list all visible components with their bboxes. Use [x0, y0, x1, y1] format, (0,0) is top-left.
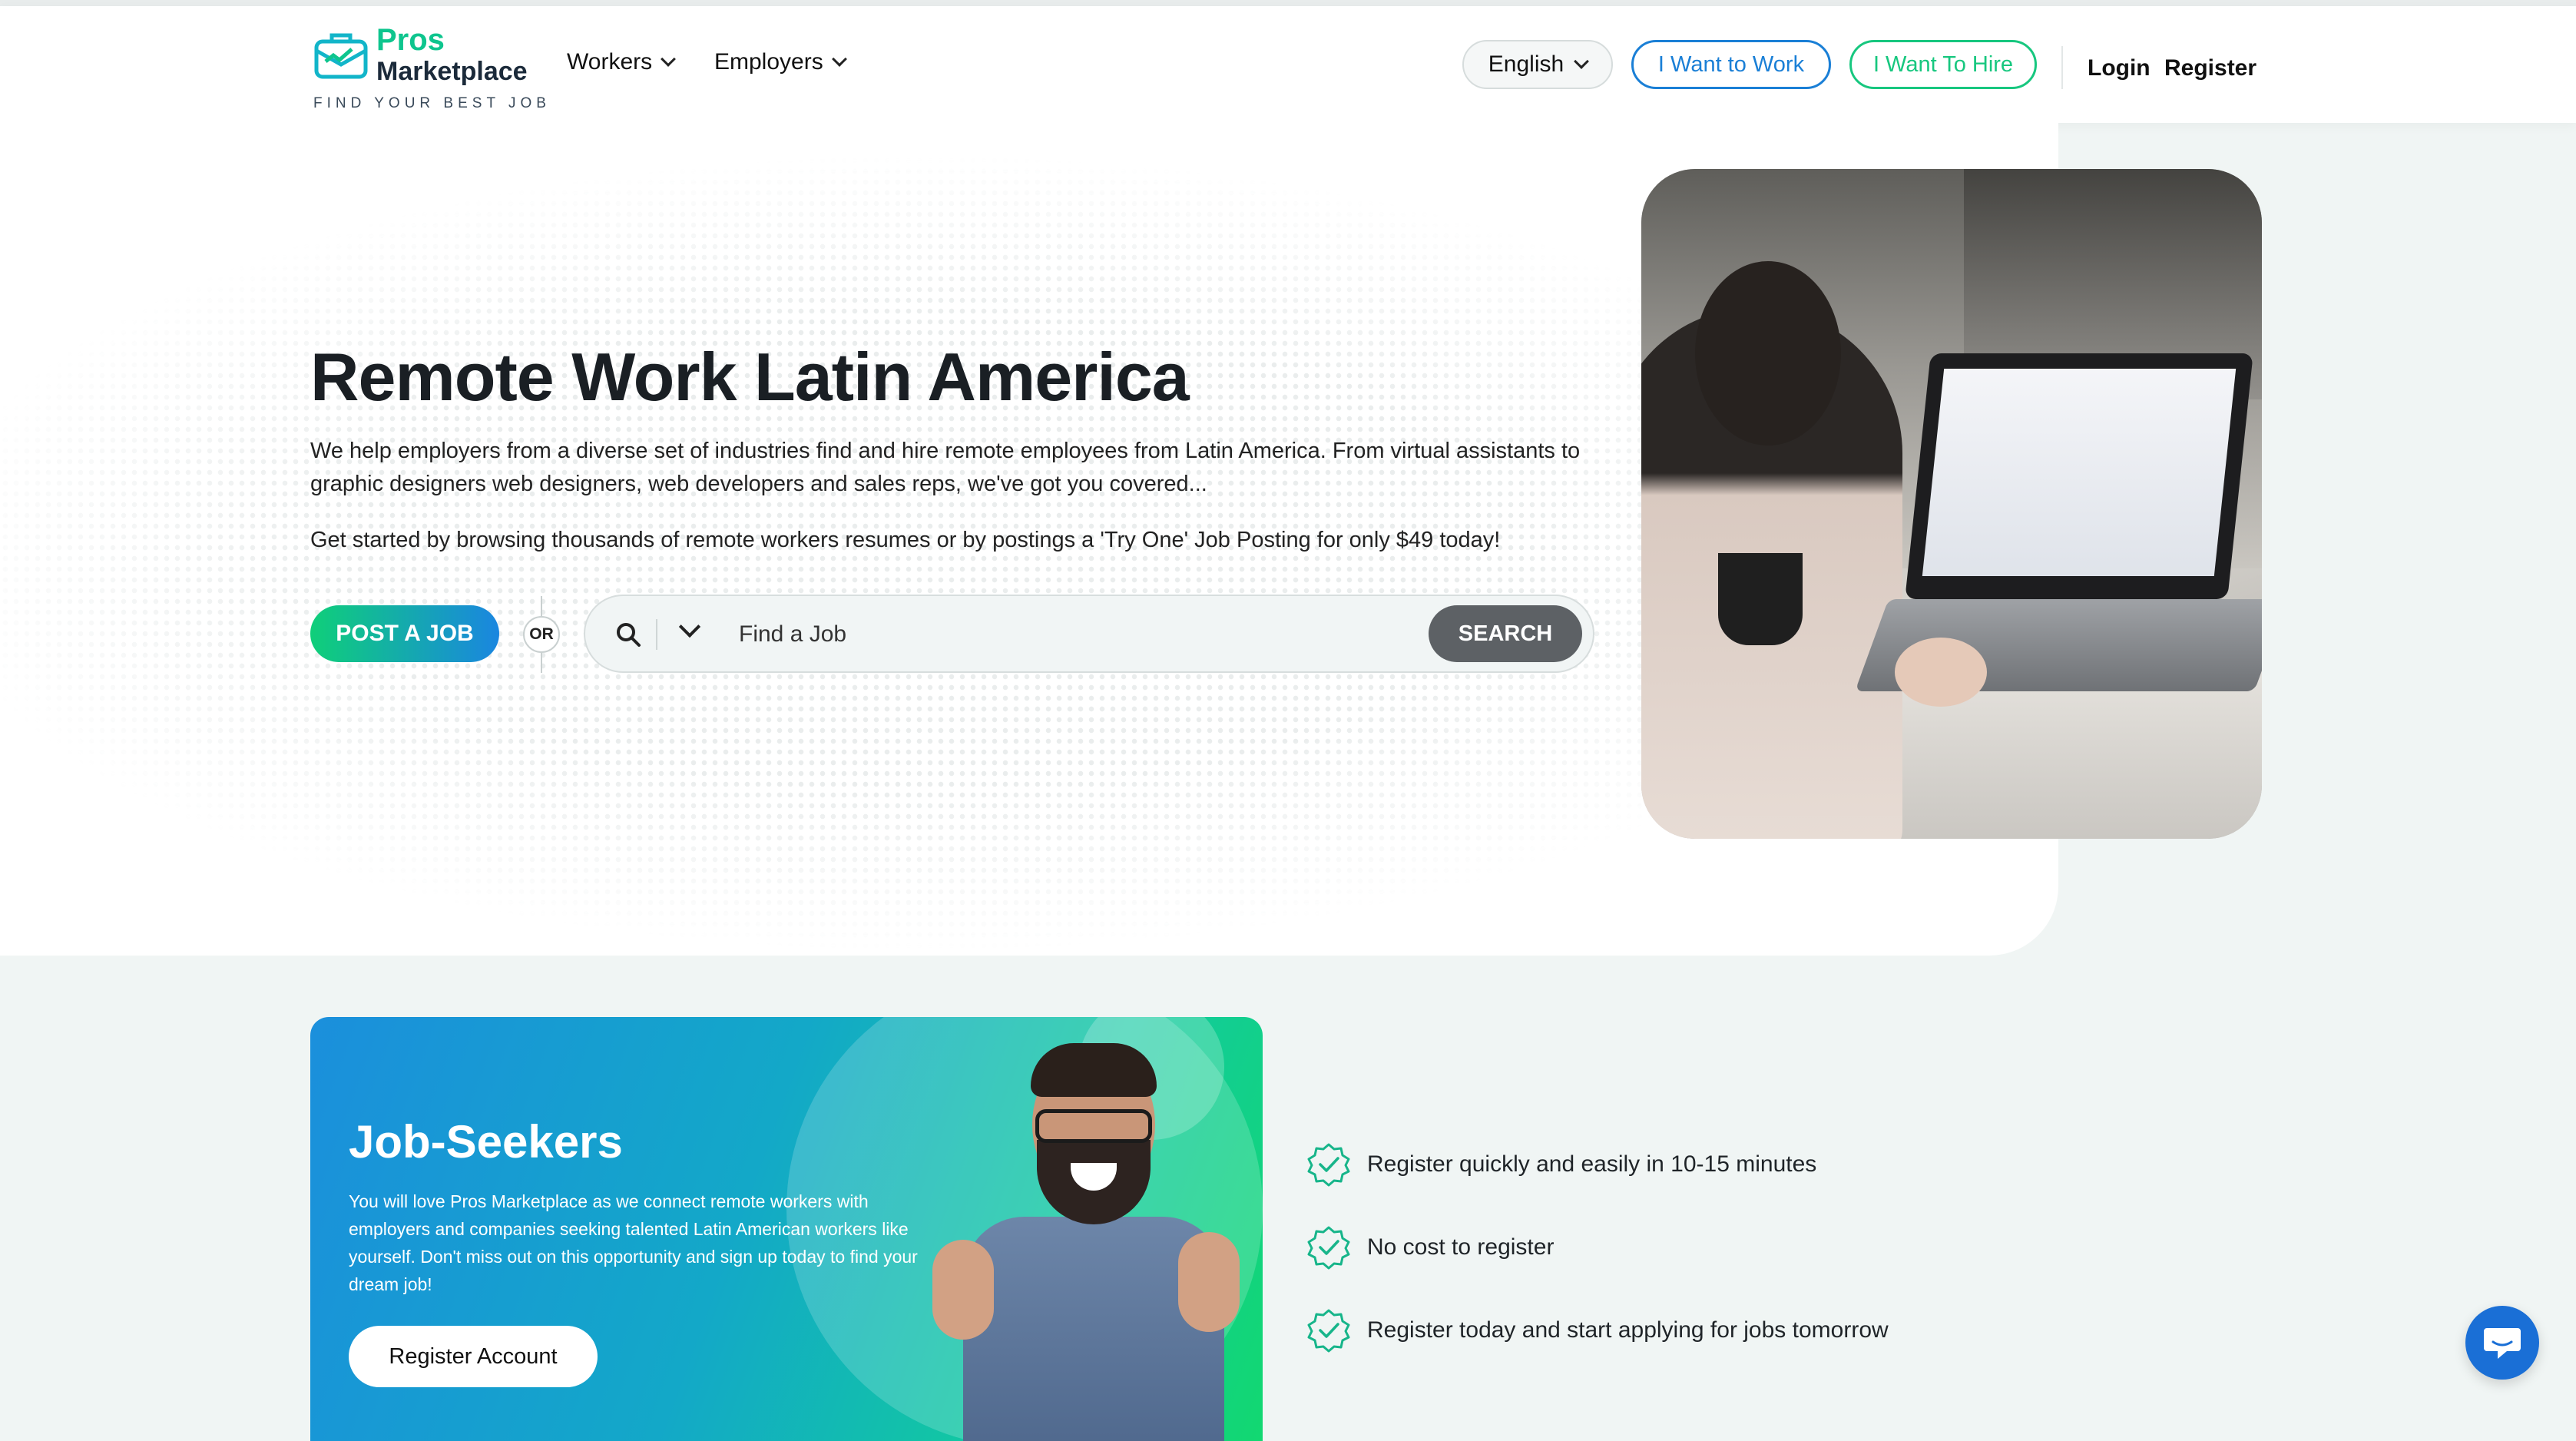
or-badge: OR: [523, 616, 560, 653]
header-divider: [2061, 46, 2063, 89]
benefit-item: No cost to register: [1306, 1224, 1554, 1270]
job-search-bar: SEARCH: [584, 595, 1594, 673]
hero-description: We help employers from a diverse set of …: [310, 439, 1581, 496]
benefit-text: No cost to register: [1367, 1234, 1555, 1260]
logo-name-top: Pros: [376, 23, 445, 57]
nav-workers[interactable]: Workers: [567, 49, 677, 75]
search-button[interactable]: SEARCH: [1429, 605, 1582, 662]
happy-man-thumbs-up-image: [932, 1043, 1247, 1441]
post-a-job-button[interactable]: POST A JOB: [310, 605, 499, 662]
logo-name-bottom: Marketplace: [376, 57, 528, 86]
chat-bubble-icon: [2484, 1328, 2521, 1359]
briefcase-logo-icon: [314, 33, 368, 79]
hero-photo-woman-laptop: [1641, 169, 2262, 839]
benefit-text: Register today and start applying for jo…: [1367, 1317, 1889, 1343]
benefit-item: Register quickly and easily in 10-15 min…: [1306, 1141, 1816, 1188]
nav-workers-label: Workers: [567, 49, 653, 75]
check-badge-icon: [1307, 1143, 1350, 1187]
benefit-text: Register quickly and easily in 10-15 min…: [1367, 1151, 1817, 1177]
chevron-down-icon: [1574, 54, 1590, 69]
chevron-down-icon: [661, 51, 677, 67]
man-hair: [1031, 1043, 1157, 1097]
chevron-down-icon: [831, 51, 847, 67]
register-link[interactable]: Register: [2164, 55, 2256, 81]
search-input[interactable]: [739, 611, 1369, 658]
check-badge-icon: [1307, 1309, 1350, 1353]
i-want-to-hire-button[interactable]: I Want To Hire: [1849, 40, 2037, 89]
logo-tagline: FIND YOUR BEST JOB: [313, 95, 551, 111]
photo-mug: [1718, 553, 1803, 645]
photo-laptop-display: [1922, 369, 2237, 576]
photo-hand: [1895, 638, 1987, 707]
benefit-item: Register today and start applying for jo…: [1306, 1307, 1889, 1353]
language-label: English: [1488, 51, 1564, 77]
search-icon[interactable]: [614, 621, 642, 648]
i-want-to-work-button[interactable]: I Want to Work: [1631, 40, 1831, 89]
nav-employers-label: Employers: [714, 49, 823, 75]
nav-employers[interactable]: Employers: [714, 49, 847, 75]
hero-cta-text: Get started by browsing thousands of rem…: [310, 528, 1501, 552]
language-select[interactable]: English: [1462, 40, 1613, 89]
logo[interactable]: Pros Marketplace FIND YOUR BEST JOB: [312, 23, 546, 115]
login-link[interactable]: Login: [2088, 55, 2151, 81]
check-badge-icon: [1307, 1226, 1350, 1270]
chat-button[interactable]: [2465, 1306, 2539, 1380]
photo-person-head: [1695, 261, 1841, 446]
thumb-up-right: [1178, 1232, 1240, 1332]
top-strip: [0, 0, 2576, 6]
thumb-up-left: [932, 1240, 994, 1340]
register-account-button[interactable]: Register Account: [349, 1326, 598, 1387]
chevron-down-icon[interactable]: [678, 615, 701, 638]
man-glasses: [1035, 1109, 1152, 1143]
hero-title: Remote Work Latin America: [310, 339, 1190, 415]
job-seekers-card: Job-Seekers You will love Pros Marketpla…: [310, 1017, 1263, 1441]
job-seekers-text: You will love Pros Marketplace as we con…: [349, 1191, 918, 1294]
search-divider: [656, 619, 657, 650]
job-seekers-title: Job-Seekers: [349, 1116, 623, 1168]
site-header: Pros Marketplace FIND YOUR BEST JOB Work…: [0, 6, 2576, 123]
